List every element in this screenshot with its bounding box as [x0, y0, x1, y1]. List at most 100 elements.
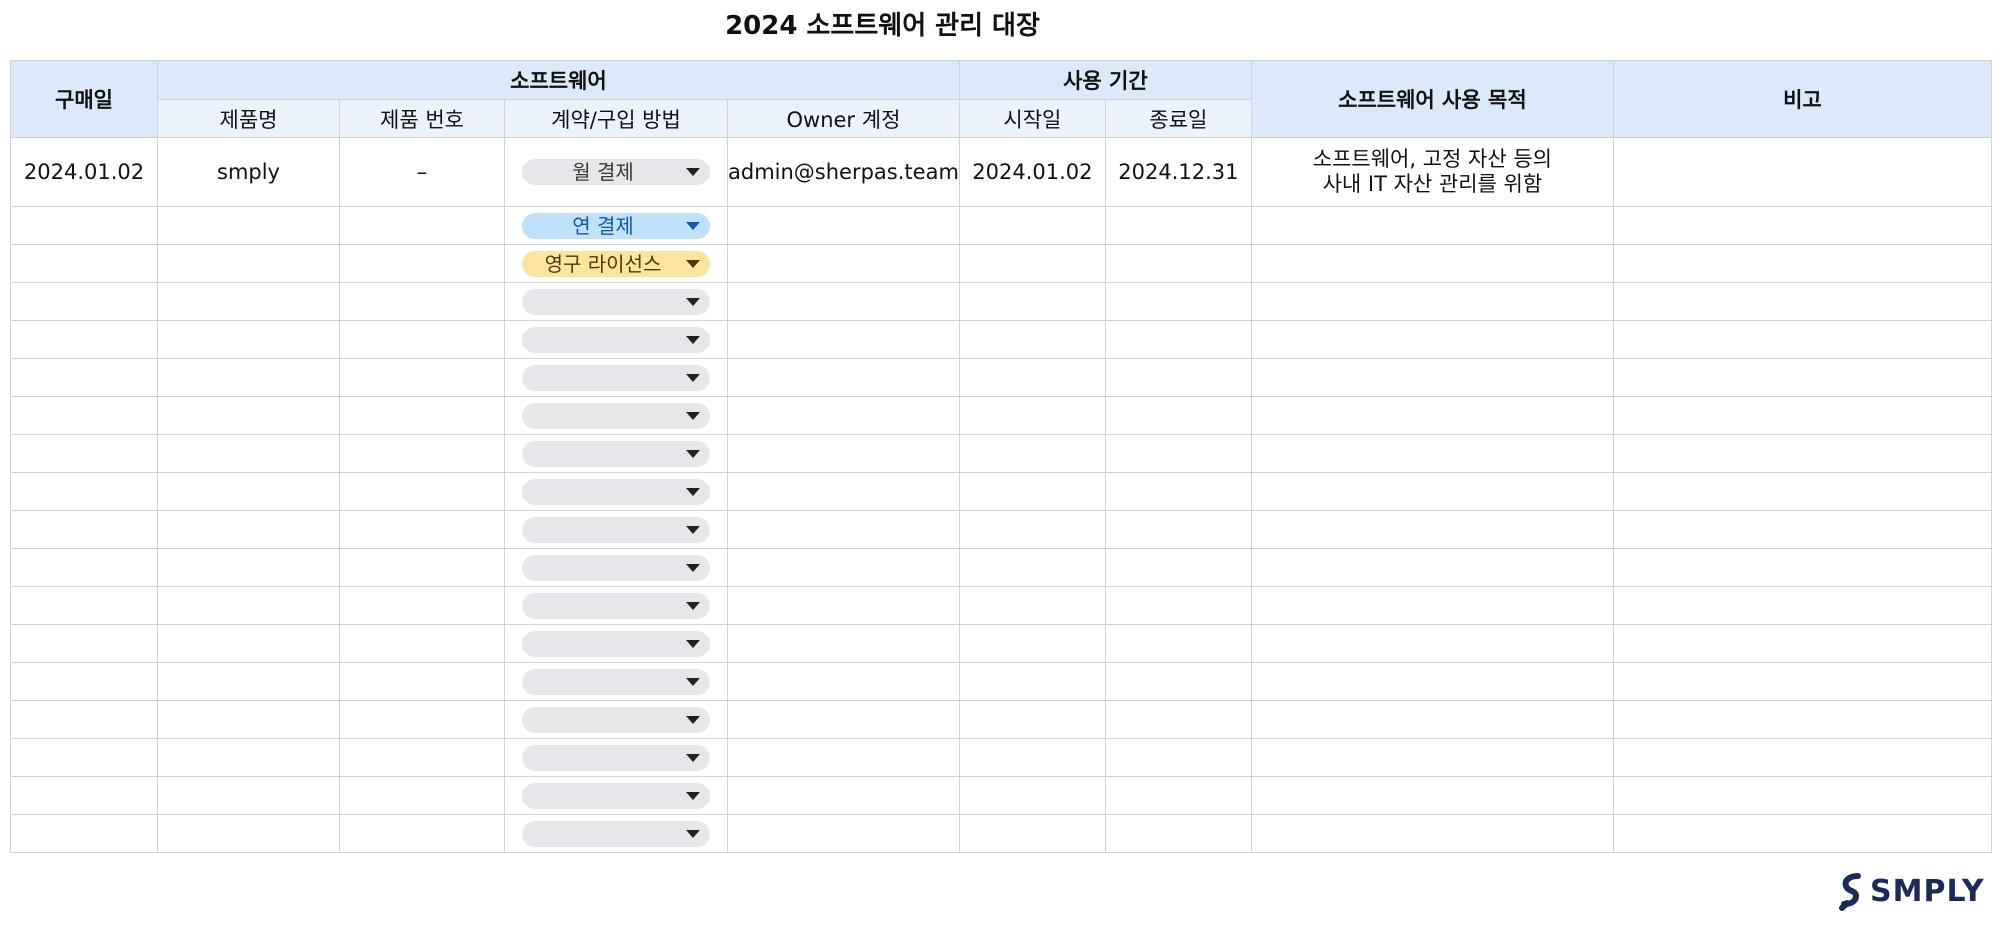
- cell-end-date[interactable]: [1104, 396, 1252, 435]
- contract-method-dropdown[interactable]: [522, 478, 710, 505]
- cell-owner-account[interactable]: [727, 776, 960, 815]
- cell-contract-method[interactable]: [504, 282, 728, 321]
- cell-owner-account[interactable]: [727, 206, 960, 245]
- cell-contract-method[interactable]: [504, 548, 728, 587]
- cell-product-name[interactable]: [157, 244, 340, 283]
- cell-end-date[interactable]: [1104, 776, 1252, 815]
- cell-purchase-date[interactable]: [10, 472, 158, 511]
- cell-contract-method[interactable]: [504, 472, 728, 511]
- cell-product-number[interactable]: [339, 662, 505, 701]
- cell-end-date[interactable]: [1104, 814, 1252, 853]
- cell-start-date[interactable]: [958, 814, 1106, 853]
- cell-end-date[interactable]: [1104, 472, 1252, 511]
- cell-product-number[interactable]: [339, 814, 505, 853]
- cell-end-date[interactable]: [1104, 358, 1252, 397]
- cell-end-date[interactable]: [1104, 434, 1252, 473]
- cell-contract-method[interactable]: [504, 510, 728, 549]
- cell-purchase-date[interactable]: [10, 510, 158, 549]
- cell-purpose[interactable]: [1250, 320, 1614, 359]
- cell-owner-account[interactable]: [727, 624, 960, 663]
- cell-purpose[interactable]: [1250, 206, 1614, 245]
- cell-owner-account[interactable]: [727, 244, 960, 283]
- cell-start-date[interactable]: [958, 434, 1106, 473]
- cell-owner-account[interactable]: [727, 358, 960, 397]
- cell-product-number[interactable]: –: [339, 137, 505, 207]
- contract-method-dropdown[interactable]: [522, 782, 710, 809]
- cell-note[interactable]: [1612, 624, 1992, 663]
- cell-purpose[interactable]: [1250, 472, 1614, 511]
- contract-method-dropdown[interactable]: 월 결제: [522, 159, 710, 185]
- cell-contract-method[interactable]: [504, 320, 728, 359]
- cell-start-date[interactable]: [958, 244, 1106, 283]
- cell-start-date[interactable]: [958, 776, 1106, 815]
- cell-owner-account[interactable]: [727, 738, 960, 777]
- cell-note[interactable]: [1612, 434, 1992, 473]
- cell-product-number[interactable]: [339, 282, 505, 321]
- cell-contract-method[interactable]: [504, 624, 728, 663]
- cell-end-date[interactable]: 2024.12.31: [1104, 137, 1252, 207]
- cell-product-name[interactable]: [157, 282, 340, 321]
- cell-end-date[interactable]: [1104, 282, 1252, 321]
- cell-purpose[interactable]: [1250, 776, 1614, 815]
- cell-note[interactable]: [1612, 282, 1992, 321]
- cell-contract-method[interactable]: 연 결제: [504, 206, 728, 245]
- cell-start-date[interactable]: [958, 700, 1106, 739]
- cell-product-name[interactable]: [157, 662, 340, 701]
- cell-note[interactable]: [1612, 358, 1992, 397]
- cell-end-date[interactable]: [1104, 586, 1252, 625]
- cell-purchase-date[interactable]: [10, 358, 158, 397]
- cell-purpose[interactable]: [1250, 662, 1614, 701]
- cell-owner-account[interactable]: admin@sherpas.team: [727, 137, 960, 207]
- contract-method-dropdown[interactable]: 연 결제: [522, 212, 710, 239]
- cell-product-name[interactable]: [157, 510, 340, 549]
- cell-note[interactable]: [1612, 662, 1992, 701]
- cell-product-name[interactable]: [157, 814, 340, 853]
- cell-note[interactable]: [1612, 548, 1992, 587]
- cell-contract-method[interactable]: [504, 434, 728, 473]
- cell-purpose[interactable]: [1250, 814, 1614, 853]
- cell-end-date[interactable]: [1104, 738, 1252, 777]
- cell-product-number[interactable]: [339, 434, 505, 473]
- cell-start-date[interactable]: [958, 662, 1106, 701]
- cell-purpose[interactable]: [1250, 282, 1614, 321]
- cell-note[interactable]: [1612, 137, 1992, 207]
- cell-product-name[interactable]: [157, 434, 340, 473]
- contract-method-dropdown[interactable]: [522, 630, 710, 657]
- cell-owner-account[interactable]: [727, 662, 960, 701]
- contract-method-dropdown[interactable]: [522, 592, 710, 619]
- cell-note[interactable]: [1612, 586, 1992, 625]
- cell-purchase-date[interactable]: [10, 244, 158, 283]
- cell-contract-method[interactable]: [504, 700, 728, 739]
- cell-note[interactable]: [1612, 320, 1992, 359]
- cell-product-name[interactable]: [157, 624, 340, 663]
- cell-note[interactable]: [1612, 776, 1992, 815]
- cell-end-date[interactable]: [1104, 320, 1252, 359]
- cell-contract-method[interactable]: [504, 358, 728, 397]
- cell-purchase-date[interactable]: [10, 776, 158, 815]
- cell-product-name[interactable]: [157, 548, 340, 587]
- cell-start-date[interactable]: [958, 624, 1106, 663]
- cell-end-date[interactable]: [1104, 244, 1252, 283]
- cell-note[interactable]: [1612, 510, 1992, 549]
- contract-method-dropdown[interactable]: [522, 440, 710, 467]
- cell-purchase-date[interactable]: [10, 700, 158, 739]
- cell-note[interactable]: [1612, 244, 1992, 283]
- cell-note[interactable]: [1612, 700, 1992, 739]
- cell-start-date[interactable]: [958, 320, 1106, 359]
- cell-product-name[interactable]: smply: [157, 137, 340, 207]
- cell-owner-account[interactable]: [727, 396, 960, 435]
- cell-product-name[interactable]: [157, 320, 340, 359]
- cell-purpose[interactable]: [1250, 358, 1614, 397]
- cell-purpose[interactable]: [1250, 396, 1614, 435]
- cell-purchase-date[interactable]: [10, 434, 158, 473]
- cell-purpose[interactable]: [1250, 548, 1614, 587]
- cell-contract-method[interactable]: [504, 776, 728, 815]
- cell-contract-method[interactable]: [504, 586, 728, 625]
- cell-contract-method[interactable]: [504, 738, 728, 777]
- cell-product-number[interactable]: [339, 776, 505, 815]
- cell-purchase-date[interactable]: [10, 206, 158, 245]
- contract-method-dropdown[interactable]: [522, 288, 710, 315]
- cell-product-number[interactable]: [339, 510, 505, 549]
- cell-note[interactable]: [1612, 396, 1992, 435]
- cell-owner-account[interactable]: [727, 320, 960, 359]
